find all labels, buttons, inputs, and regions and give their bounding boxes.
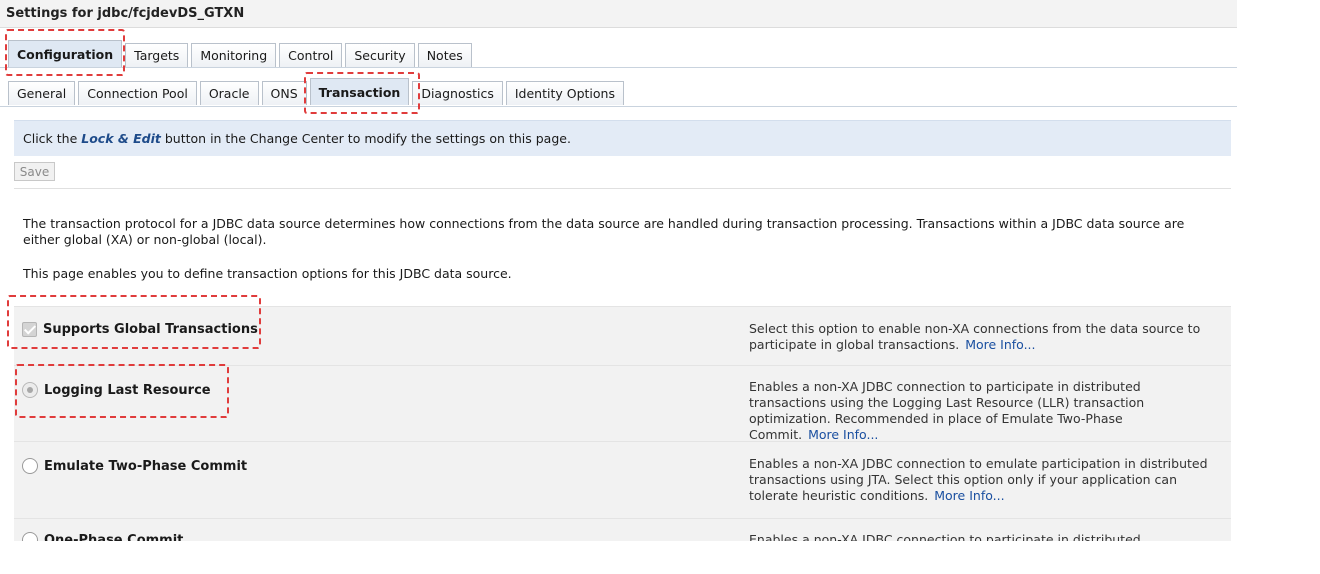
one-phase-commit-label-group: One-Phase Commit — [22, 532, 183, 541]
logging-last-resource-help: Enables a non-XA JDBC connection to part… — [749, 379, 1209, 443]
sub-tab-bar: General Connection Pool Oracle ONS Trans… — [8, 78, 627, 105]
tab-control[interactable]: Control — [279, 43, 343, 67]
page-title: Settings for jdbc/fcjdevDS_GTXN — [0, 0, 1237, 28]
tab-security[interactable]: Security — [345, 43, 415, 67]
save-button[interactable]: Save — [14, 162, 55, 181]
tab-configuration[interactable]: Configuration — [8, 40, 123, 67]
option-row-one-phase-commit: One-Phase Commit Enables a non-XA JDBC c… — [14, 518, 1231, 541]
more-info-link[interactable]: More Info... — [808, 427, 878, 442]
option-row-logging-last-resource: Logging Last Resource Enables a non-XA J… — [14, 365, 1231, 442]
sub-tab-divider — [0, 106, 1237, 107]
tab-ons[interactable]: ONS — [261, 81, 307, 105]
tab-identity-options[interactable]: Identity Options — [505, 81, 624, 105]
lock-edit-notice: Click the Lock & Edit button in the Chan… — [14, 120, 1231, 156]
tab-notes[interactable]: Notes — [417, 43, 472, 67]
transaction-description: The transaction protocol for a JDBC data… — [23, 216, 1185, 247]
notice-text-after: button in the Change Center to modify th… — [160, 131, 571, 146]
option-row-emulate-two-phase-commit: Emulate Two-Phase Commit Enables a non-X… — [14, 441, 1231, 519]
supports-global-transactions-checkbox[interactable] — [22, 322, 37, 337]
notice-text-before: Click the — [23, 131, 82, 146]
tab-general[interactable]: General — [8, 81, 76, 105]
emulate-two-phase-commit-help: Enables a non-XA JDBC connection to emul… — [749, 456, 1209, 504]
lock-edit-link: Lock & Edit — [81, 131, 161, 146]
option-row-supports-global-transactions: Supports Global Transactions Select this… — [14, 306, 1231, 366]
more-info-link[interactable]: More Info... — [934, 488, 1004, 503]
help-text: Enables a non-XA JDBC connection to part… — [749, 532, 1141, 541]
supports-global-transactions-label-group: Supports Global Transactions — [22, 322, 258, 337]
tab-connection-pool[interactable]: Connection Pool — [78, 81, 197, 105]
tab-oracle[interactable]: Oracle — [199, 81, 259, 105]
page-description: This page enables you to define transact… — [23, 266, 512, 281]
emulate-two-phase-commit-label: Emulate Two-Phase Commit — [44, 458, 248, 474]
logging-last-resource-label-group: Logging Last Resource — [22, 382, 211, 398]
more-info-link[interactable]: More Info... — [965, 337, 1035, 352]
tab-monitoring[interactable]: Monitoring — [191, 43, 277, 67]
one-phase-commit-radio[interactable] — [22, 532, 38, 541]
tab-targets[interactable]: Targets — [125, 43, 189, 67]
one-phase-commit-label: One-Phase Commit — [44, 532, 184, 542]
supports-global-transactions-help: Select this option to enable non-XA conn… — [749, 321, 1209, 353]
emulate-two-phase-commit-label-group: Emulate Two-Phase Commit — [22, 458, 247, 474]
emulate-two-phase-commit-radio[interactable] — [22, 458, 38, 474]
supports-global-transactions-label: Supports Global Transactions — [43, 322, 258, 337]
logging-last-resource-radio[interactable] — [22, 382, 38, 398]
main-tab-divider — [0, 67, 1237, 68]
one-phase-commit-help: Enables a non-XA JDBC connection to part… — [749, 532, 1209, 541]
tab-diagnostics[interactable]: Diagnostics — [412, 81, 503, 105]
main-tab-bar: Configuration Targets Monitoring Control… — [8, 40, 475, 67]
tab-transaction[interactable]: Transaction — [309, 78, 410, 105]
divider — [14, 188, 1231, 189]
logging-last-resource-label: Logging Last Resource — [44, 382, 211, 398]
